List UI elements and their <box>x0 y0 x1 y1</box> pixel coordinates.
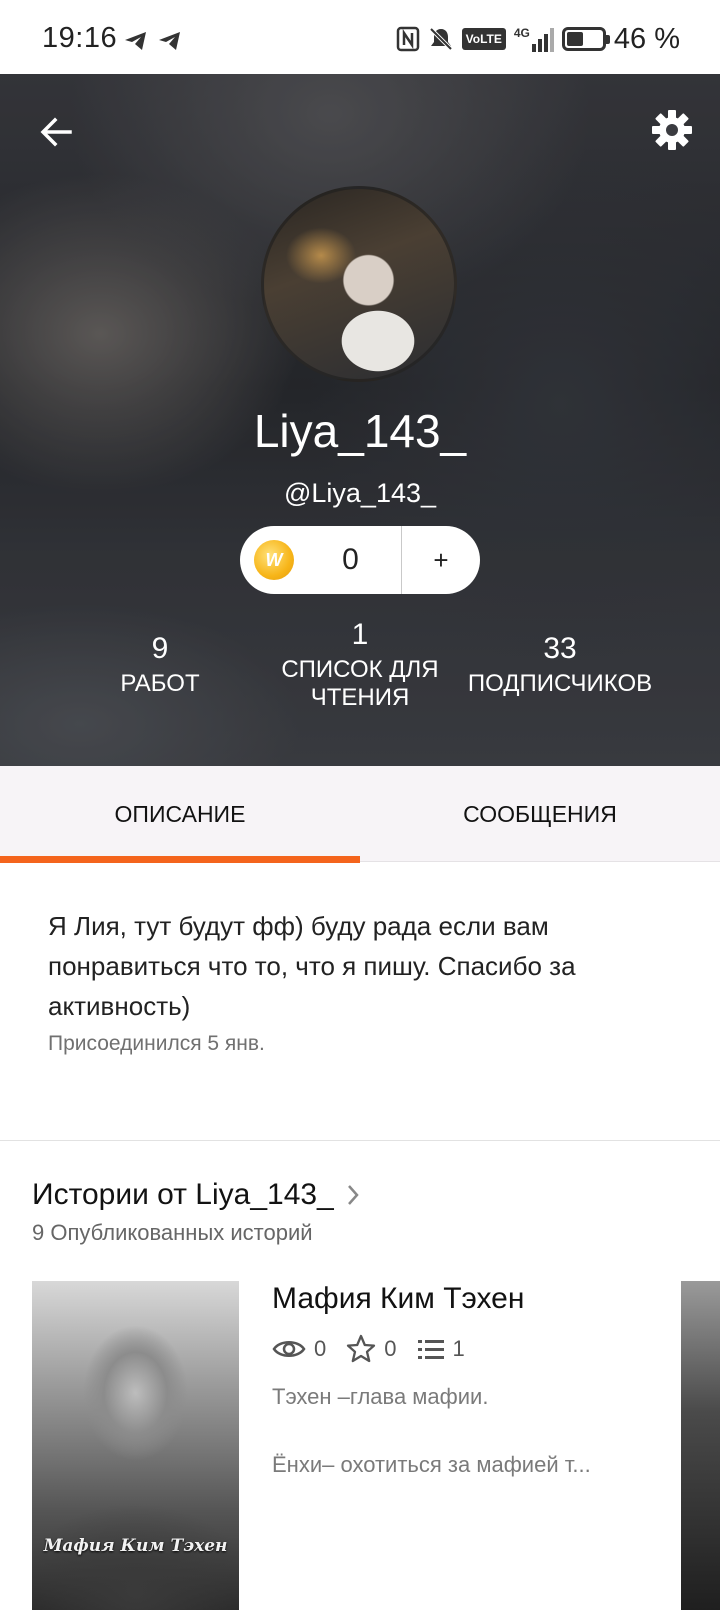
stories-header-link[interactable]: Истории от Liya_143_ <box>32 1178 360 1212</box>
star-icon <box>347 1334 376 1363</box>
joined-date: Присоединился 5 янв. <box>48 1032 265 1055</box>
telegram-icon <box>125 32 146 50</box>
parts-count: 1 <box>452 1336 465 1361</box>
reading-lists-count: 1 <box>351 618 369 651</box>
tab-about[interactable]: ОПИСАНИЕ <box>0 766 360 863</box>
status-bar: 19:16 VoLTE 4G 46 % <box>0 0 720 74</box>
coins-widget[interactable]: W 0 + <box>240 526 480 594</box>
followers-count: 33 <box>543 632 577 665</box>
section-divider <box>0 1140 720 1141</box>
stories-count: 9 Опубликованных историй <box>32 1220 313 1245</box>
story-description: Тэхен –глава мафии. Ёнхи– охотиться за м… <box>272 1380 672 1482</box>
reading-lists-label-line1: СПИСОК ДЛЯ <box>281 656 439 683</box>
coin-count: 0 <box>342 543 359 576</box>
story-card[interactable]: Мафия Ким Тэхен 0 0 1 Тэхен –глава мафии… <box>272 1282 672 1482</box>
gear-icon <box>652 110 692 150</box>
status-time: 19:16 <box>42 22 118 54</box>
display-name: Liya_143_ <box>253 405 467 457</box>
battery-percent: 46 % <box>613 22 680 55</box>
chevron-right-icon <box>347 1185 359 1205</box>
votes-count: 0 <box>384 1336 397 1361</box>
story-desc-line2: Ёнхи– охотиться за мафией т... <box>272 1452 591 1477</box>
eye-icon <box>272 1341 306 1357</box>
story-title: Мафия Ким Тэхен <box>272 1282 525 1315</box>
story-cover-title: Мафия Ким Тэхен <box>43 1536 228 1556</box>
avatar[interactable] <box>261 186 457 382</box>
list-icon <box>417 1340 444 1359</box>
nfc-icon <box>396 26 419 52</box>
volte-icon: VoLTE <box>461 28 506 50</box>
stat-works[interactable]: 9 РАБОТ <box>100 632 220 698</box>
back-button[interactable] <box>30 106 82 158</box>
settings-button[interactable] <box>644 102 700 158</box>
stat-reading-lists[interactable]: 1 СПИСОК ДЛЯ ЧТЕНИЯ <box>260 618 460 712</box>
tab-messages[interactable]: СООБЩЕНИЯ <box>360 766 720 862</box>
telegram-icon <box>159 32 180 50</box>
signal-icon: 4G <box>514 26 554 52</box>
followers-label: ПОДПИСЧИКОВ <box>467 670 653 697</box>
works-count: 9 <box>151 632 169 665</box>
arrow-left-icon <box>40 117 72 147</box>
about-section: Я Лия, тут будут фф) буду рада если вам … <box>48 906 688 1056</box>
stat-followers[interactable]: 33 ПОДПИСЧИКОВ <box>460 632 660 698</box>
story-desc-line1: Тэхен –глава мафии. <box>272 1384 489 1409</box>
stories-title: Истории от Liya_143_ <box>32 1178 334 1211</box>
about-text: Я Лия, тут будут фф) буду рада если вам … <box>48 911 576 1021</box>
story-stats: 0 0 1 <box>272 1334 672 1364</box>
works-label: РАБОТ <box>120 670 200 697</box>
coin-icon: W <box>254 540 294 580</box>
views-count: 0 <box>314 1336 327 1361</box>
network-type: 4G <box>513 26 530 40</box>
username: @Liya_143_ <box>283 478 437 508</box>
reading-lists-label-line2: ЧТЕНИЯ <box>310 684 410 711</box>
add-coins-button[interactable]: + <box>402 545 480 576</box>
profile-header: Liya_143_ @Liya_143_ W 0 + 9 РАБОТ 1 СПИ… <box>0 74 720 766</box>
battery-icon <box>561 27 610 51</box>
bell-muted-icon <box>429 27 453 51</box>
next-story-cover[interactable] <box>681 1281 720 1610</box>
story-cover[interactable]: Мафия Ким Тэхен <box>32 1281 239 1610</box>
profile-tabs: ОПИСАНИЕ СООБЩЕНИЯ <box>0 766 720 863</box>
